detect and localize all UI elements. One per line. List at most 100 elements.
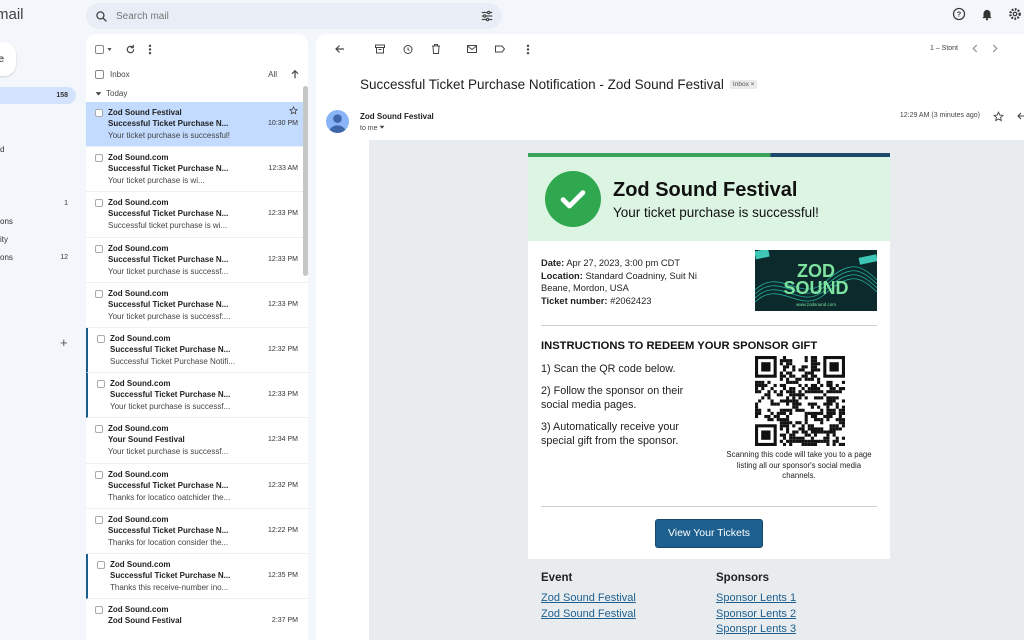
table-row[interactable]: Zod Sound.com Successful Ticket Purchase … [86,373,308,419]
row-checkbox[interactable] [95,154,103,163]
event-link[interactable]: Zod Sound Festival [541,591,636,607]
view-tickets-button[interactable]: View Your Tickets [655,518,763,548]
caret-down-icon [95,91,102,96]
archive-icon[interactable] [366,43,394,55]
nav-item-folder[interactable]: ity [0,231,76,248]
settings-icon[interactable] [1008,7,1022,21]
back-arrow-icon[interactable] [326,43,354,55]
table-row[interactable]: Zod Sound.com Successful Ticket Purchase … [86,327,308,374]
label-icon[interactable] [486,43,514,55]
table-row[interactable]: Zod Sound.com Successful Ticket Purchase … [86,464,308,509]
row-snippet: Your ticket purchase is successf:... [108,311,231,321]
row-sender: Zod Sound.com [110,333,171,343]
chevron-right-icon[interactable] [992,44,998,53]
star-icon[interactable] [289,106,298,115]
sponsor-link[interactable]: Sponsor Lents 2 [716,607,796,623]
table-row[interactable]: Zod Sound.com Successful Ticket Purchase … [86,147,308,193]
checkbox-icon [95,44,104,54]
more-vert-icon[interactable] [148,44,152,55]
group-today[interactable]: Today [86,84,308,102]
event-location: Location: Standard Coadniny, Suit Ni Bea… [541,270,723,295]
help-icon[interactable]: ? [952,7,966,21]
row-sender: Zod Sound.com [108,605,169,615]
recipient-text: to me [360,125,378,132]
event-link[interactable]: Zod Sound Festival [541,607,636,623]
nav-item-folder[interactable]: ons 12 [0,249,76,266]
row-checkbox[interactable] [95,109,103,117]
table-row[interactable]: Zod Sound Festival Successful Ticket Purc… [86,102,308,148]
email-hero: Zod Sound Festival Your ticket purchase … [528,157,890,241]
row-sender: Zod Sound.com [108,198,169,208]
event-date: Date: Apr 27, 2023, 3:00 pm CDT [541,257,723,270]
table-row[interactable]: Zod Sound.com Successful Ticket Purchase … [86,553,308,600]
logo-text-sound: SOUND [783,278,848,298]
row-checkbox[interactable] [95,244,103,253]
search-input[interactable] [116,10,472,22]
nav-item-label: ity [0,235,8,244]
subject-text: Successful Ticket Purchase Notification … [360,77,724,92]
search-bar[interactable] [86,3,502,29]
reply-icon[interactable] [1016,110,1024,122]
sort-arrow-icon[interactable] [291,69,299,79]
nav-item-folder[interactable]: ons [0,213,76,230]
row-snippet: Your ticket purchase is successf... [108,266,229,276]
nav-item-label: d [0,145,5,154]
mark-unread-icon[interactable] [458,43,486,55]
festival-title: Zod Sound Festival [613,178,798,201]
row-subject: Successful Ticket Purchase N... [108,254,229,264]
search-icon[interactable] [86,10,116,23]
notifications-icon[interactable] [980,7,994,21]
nav-item-count: 158 [56,92,68,99]
scrollbar[interactable] [303,86,308,276]
row-snippet: Thanks this receive-number ino... [110,582,229,592]
row-sender: Zod Sound.com [110,559,171,569]
star-icon[interactable] [993,111,1004,122]
row-snippet: Thanks for location consider the... [108,537,229,547]
row-time: 12:34 PM [268,436,298,444]
reading-pane: 1 – Stont Successful Ticket Purchase Not… [316,34,1024,640]
instruction-step: 1) Scan the QR code below. [541,363,676,375]
row-checkbox[interactable] [95,470,103,479]
more-vert-icon[interactable] [514,44,542,55]
snooze-icon[interactable] [394,43,422,55]
row-checkbox[interactable] [95,199,103,208]
filter-all[interactable]: All [268,70,277,79]
refresh-icon[interactable] [125,44,136,55]
sponsor-link[interactable]: Sponspr Lents 3 [716,622,796,638]
row-checkbox[interactable] [95,606,103,615]
sponsor-link[interactable]: Sponsor Lents 1 [716,591,796,607]
row-checkbox[interactable] [95,289,103,298]
row-snippet: Successful Ticket Purchase Notifi... [110,356,235,366]
app-title: mail [0,6,24,23]
row-checkbox[interactable] [97,334,105,343]
instruction-step: 3) Automatically receive your special gi… [541,420,680,448]
inbox-label-badge[interactable]: Inbox × [729,80,758,89]
search-options-icon[interactable] [472,9,502,23]
chevron-left-icon[interactable] [972,44,978,53]
recipient-dropdown[interactable]: to me [360,124,385,132]
nav-item-folder[interactable]: 1 [0,195,76,212]
table-row[interactable]: Zod Sound.com Successful Ticket Purchase … [86,238,308,283]
location-label: Location: [541,270,583,281]
select-all-checkbox[interactable] [95,44,113,54]
row-checkbox[interactable] [97,380,105,389]
table-row[interactable]: Zod Sound.com Zod Sound Festival 2:37 PM [86,599,308,640]
row-snippet: Your ticket purchase is successf... [108,447,229,457]
nav-item-folder[interactable]: d [0,141,76,158]
row-snippet: Your ticket purchase is successful! [108,131,230,140]
table-row[interactable]: Zod Sound.com Successful Ticket Purchase … [86,283,308,328]
checkbox-icon[interactable] [95,69,104,79]
qr-code-image[interactable] [755,356,845,446]
compose-button[interactable]: e [0,42,16,76]
button-zone: View Your Tickets [528,507,890,559]
delete-icon[interactable] [422,43,450,55]
table-row[interactable]: Zod Sound.com Successful Ticket Purchase … [86,192,308,238]
row-checkbox[interactable] [95,425,103,434]
table-row[interactable]: Zod Sound.com Successful Ticket Purchase … [86,509,308,554]
add-label-icon[interactable]: + [60,335,68,350]
row-checkbox[interactable] [97,560,105,569]
row-checkbox[interactable] [95,515,103,524]
nav-item-inbox[interactable]: 158 [0,87,76,104]
nav-item-label: ons [0,253,13,262]
table-row[interactable]: Zod Sound.com Your Sound Festival Your tic… [86,418,308,464]
